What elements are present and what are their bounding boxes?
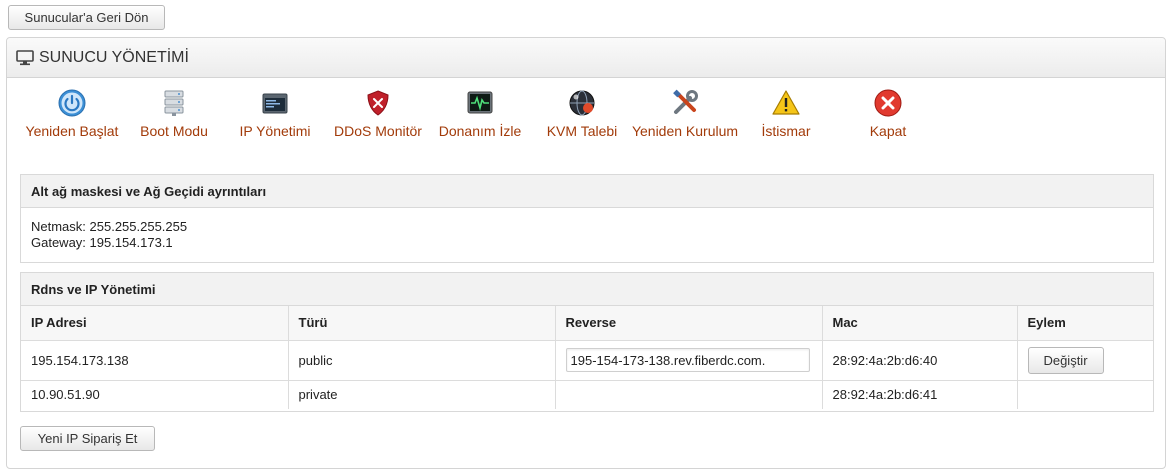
column-header: Türü bbox=[288, 306, 556, 341]
hardware-monitor-label: Donanım İzle bbox=[438, 123, 522, 139]
ddos-monitor-action[interactable]: DDoS Monitör bbox=[323, 88, 433, 140]
network-details-title: Alt ağ maskesi ve Ağ Geçidi ayrıntıları bbox=[21, 175, 1153, 208]
column-header: IP Adresi bbox=[21, 306, 289, 341]
abuse-action[interactable]: İstismar bbox=[731, 88, 841, 140]
close-circle-icon bbox=[874, 89, 902, 117]
shield-icon bbox=[367, 90, 389, 116]
restart-label: Yeniden Başlat bbox=[25, 123, 119, 139]
boot-mode-action[interactable]: Boot Modu bbox=[119, 88, 229, 140]
abuse-label: İstismar bbox=[761, 123, 811, 139]
action-cell bbox=[1017, 380, 1153, 409]
power-icon bbox=[58, 89, 86, 117]
warning-icon bbox=[772, 90, 800, 115]
change-rdns-button[interactable]: Değiştir bbox=[1027, 346, 1104, 374]
table-row: 10.90.51.90 private 28:92:4a:2b:d6:41 bbox=[21, 380, 1153, 409]
restart-action[interactable]: Yeniden Başlat bbox=[17, 88, 127, 140]
column-header: Mac bbox=[822, 306, 1018, 341]
shutdown-label: Kapat bbox=[869, 123, 907, 139]
rdns-ip-management-box: Rdns ve IP Yönetimi IP Adresi Türü Rever… bbox=[20, 272, 1154, 412]
globe-icon bbox=[569, 90, 595, 116]
network-details-box: Alt ağ maskesi ve Ağ Geçidi ayrıntıları … bbox=[20, 174, 1154, 263]
reverse-cell bbox=[555, 340, 823, 381]
ddos-monitor-label: DDoS Monitör bbox=[334, 123, 422, 139]
table-row: 195.154.173.138 public 28:92:4a:2b:d6:40… bbox=[21, 340, 1153, 381]
tools-icon bbox=[673, 89, 698, 114]
action-toolbar: Yeniden Başlat Boot Modu IP Yönetimi DDo… bbox=[7, 88, 1165, 168]
mac-cell: 28:92:4a:2b:d6:40 bbox=[822, 340, 1018, 381]
ip-address-cell: 195.154.173.138 bbox=[21, 340, 289, 381]
panel-title: SUNUCU YÖNETİMİ bbox=[39, 48, 189, 66]
table-header-row: IP Adresi Türü Reverse Mac Eylem bbox=[21, 306, 1153, 341]
action-cell: Değiştir bbox=[1017, 340, 1153, 381]
reverse-cell bbox=[555, 380, 823, 409]
type-cell: private bbox=[288, 380, 556, 409]
back-to-servers-button[interactable]: Sunucular'a Geri Dön bbox=[8, 5, 165, 30]
reinstall-action[interactable]: Yeniden Kurulum bbox=[630, 88, 740, 140]
pulse-monitor-icon bbox=[467, 91, 493, 114]
reverse-dns-input[interactable] bbox=[565, 348, 810, 372]
shutdown-action[interactable]: Kapat bbox=[833, 88, 943, 140]
monitor-icon bbox=[16, 49, 34, 65]
ip-address-cell: 10.90.51.90 bbox=[21, 380, 289, 409]
gateway-value: Gateway: 195.154.173.1 bbox=[31, 235, 173, 250]
ip-table: IP Adresi Türü Reverse Mac Eylem 195.154… bbox=[21, 306, 1153, 409]
order-new-ip-button[interactable]: Yeni IP Sipariş Et bbox=[20, 426, 155, 451]
hardware-monitor-action[interactable]: Donanım İzle bbox=[425, 88, 535, 140]
window-icon bbox=[262, 93, 288, 114]
server-management-panel: SUNUCU YÖNETİMİ Yeniden Başlat Boot Modu… bbox=[6, 37, 1166, 469]
server-stack-icon bbox=[164, 90, 184, 116]
reinstall-label: Yeniden Kurulum bbox=[631, 123, 739, 139]
type-cell: public bbox=[288, 340, 556, 381]
ip-management-label: IP Yönetimi bbox=[239, 123, 311, 139]
netmask-value: Netmask: 255.255.255.255 bbox=[31, 219, 188, 234]
rdns-title: Rdns ve IP Yönetimi bbox=[21, 273, 1153, 306]
column-header: Eylem bbox=[1017, 306, 1153, 341]
column-header: Reverse bbox=[555, 306, 823, 341]
ip-management-action[interactable]: IP Yönetimi bbox=[220, 88, 330, 140]
kvm-request-label: KVM Talebi bbox=[546, 123, 618, 139]
mac-cell: 28:92:4a:2b:d6:41 bbox=[822, 380, 1018, 409]
boot-mode-label: Boot Modu bbox=[140, 123, 208, 139]
kvm-request-action[interactable]: KVM Talebi bbox=[527, 88, 637, 140]
panel-header: SUNUCU YÖNETİMİ bbox=[7, 38, 1165, 78]
